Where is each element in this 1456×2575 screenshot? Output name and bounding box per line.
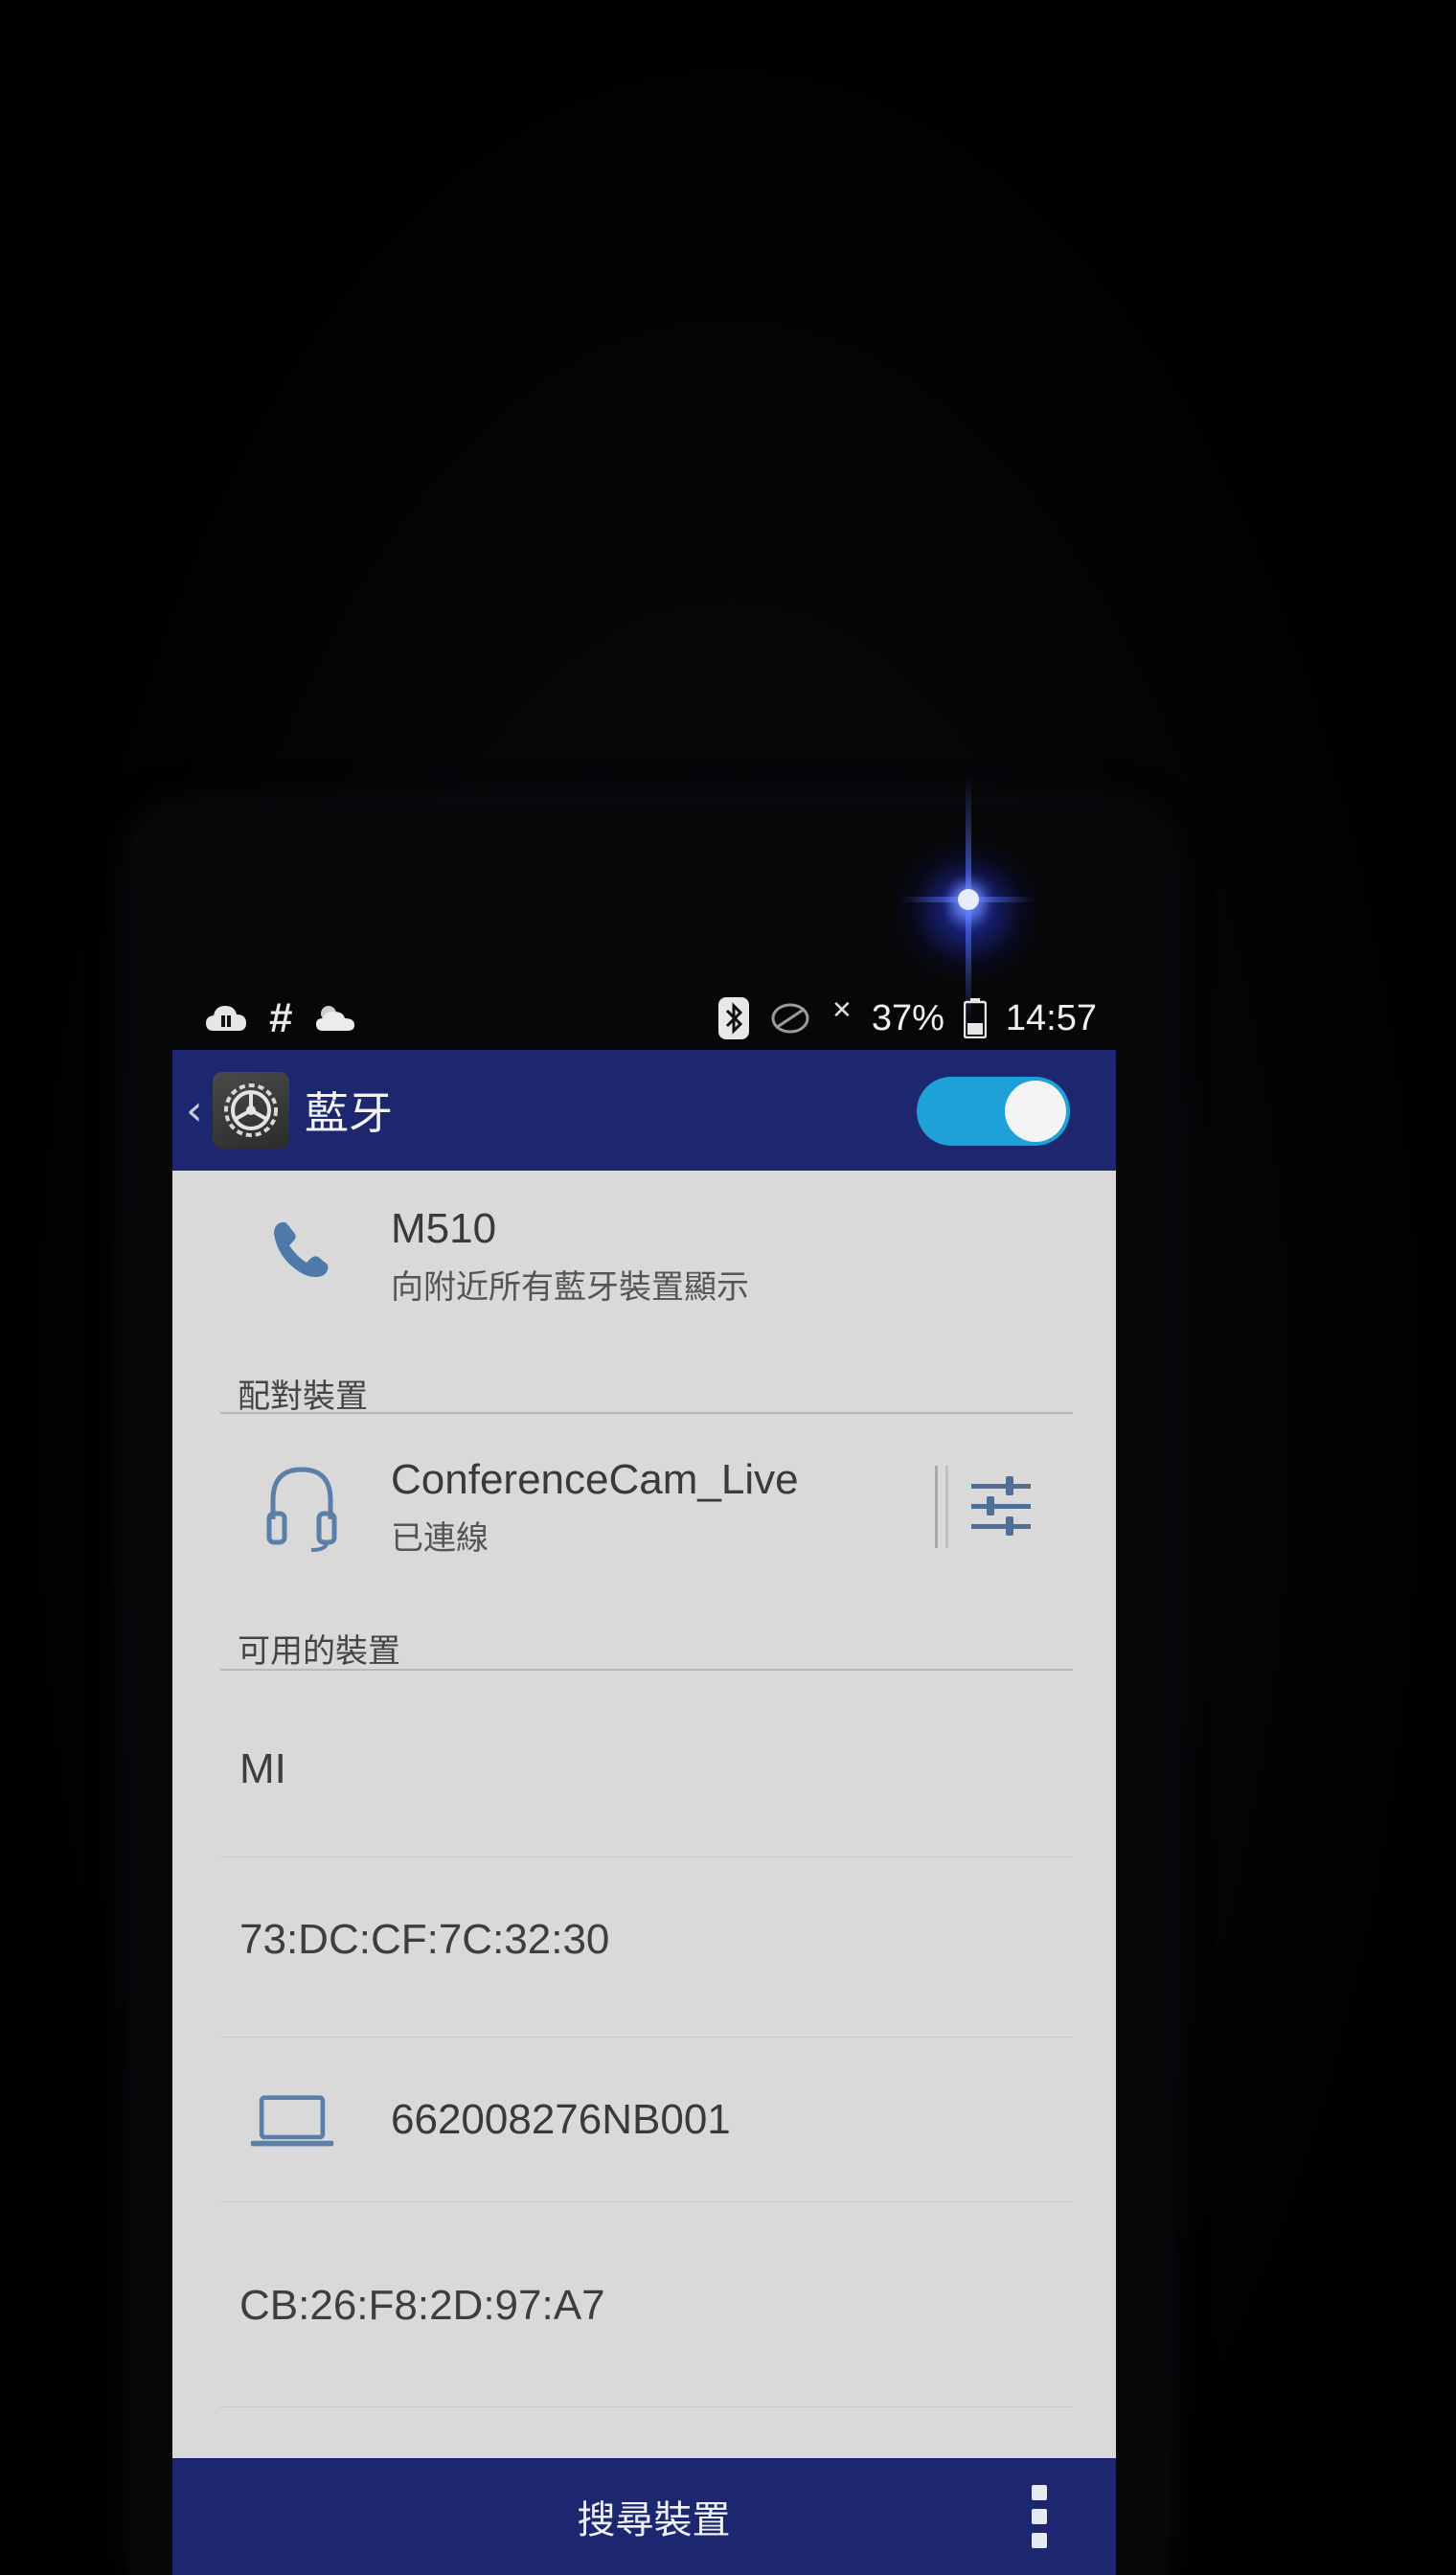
status-right-icons: ✕ 37% 14:57	[718, 994, 1097, 1039]
list-divider	[220, 2406, 1073, 2407]
notification-led	[958, 889, 979, 910]
laptop-device-text: 662008276NB001	[391, 2096, 731, 2144]
settings-gear-icon[interactable]	[213, 1072, 289, 1149]
paired-device-name: ConferenceCam_Live	[391, 1456, 799, 1503]
bluetooth-icon	[718, 997, 750, 1039]
available-header-divider	[220, 1669, 1073, 1671]
paired-devices-header: 配對裝置	[238, 1378, 368, 1416]
paired-device-status: 已連線	[391, 1519, 489, 1558]
available-devices-header: 可用的裝置	[238, 1632, 400, 1671]
page-title: 藍牙	[305, 1087, 393, 1139]
bluetooth-settings-screen: ‹ 藍牙 M510 向附近所有藍牙裝置顯示 配對裝置 ConferenceCam…	[172, 1050, 1116, 2575]
paired-device-text: ConferenceCam_Live 已連線	[391, 1456, 799, 1559]
status-left-icons: #	[204, 994, 357, 1042]
available-device-item[interactable]: 73:DC:CF:7C:32:30	[239, 1916, 609, 1964]
no-signal-icon: ✕	[831, 994, 853, 1024]
battery-icon	[963, 998, 987, 1038]
settings-separator	[935, 1466, 948, 1548]
laptop-icon	[249, 2090, 335, 2153]
available-device-item[interactable]: MI	[239, 1745, 286, 1793]
laptop-device-name: 662008276NB001	[391, 2096, 731, 2143]
own-device-row[interactable]: M510 向附近所有藍牙裝置顯示	[172, 1171, 1116, 1324]
clock: 14:57	[1005, 997, 1097, 1038]
list-divider	[220, 2201, 1073, 2202]
device-settings-sliders-icon[interactable]	[953, 1458, 1049, 1554]
available-device-item[interactable]: CB:26:F8:2D:97:A7	[239, 2282, 605, 2330]
own-device-text: M510 向附近所有藍牙裝置顯示	[391, 1205, 749, 1308]
paired-header-divider	[220, 1412, 1073, 1414]
bottom-action-bar: 搜尋裝置	[172, 2458, 1116, 2575]
paired-device-row[interactable]: ConferenceCam_Live 已連線	[172, 1416, 1116, 1598]
sync-icon	[768, 999, 812, 1037]
device-name: M510	[391, 1205, 497, 1252]
available-device-row[interactable]: 662008276NB001	[172, 2042, 1116, 2196]
headset-icon	[259, 1462, 345, 1554]
back-chevron-icon[interactable]: ‹	[186, 1086, 207, 1135]
battery-percent: 37%	[871, 997, 944, 1038]
list-divider	[220, 2037, 1073, 2038]
toggle-knob	[1005, 1081, 1066, 1142]
status-bar: # ✕ 37% 14:57	[177, 987, 1116, 1050]
phone-icon	[259, 1217, 345, 1284]
search-devices-button[interactable]: 搜尋裝置	[578, 2489, 731, 2544]
hash-icon: #	[269, 994, 293, 1041]
action-bar: ‹ 藍牙	[172, 1050, 1116, 1171]
bluetooth-toggle[interactable]	[917, 1077, 1070, 1146]
visibility-status: 向附近所有藍牙裝置顯示	[391, 1268, 749, 1307]
cloud-upload-icon	[204, 1002, 248, 1035]
overflow-menu-icon[interactable]	[1025, 2485, 1054, 2548]
weather-cloud-icon	[313, 1002, 357, 1035]
